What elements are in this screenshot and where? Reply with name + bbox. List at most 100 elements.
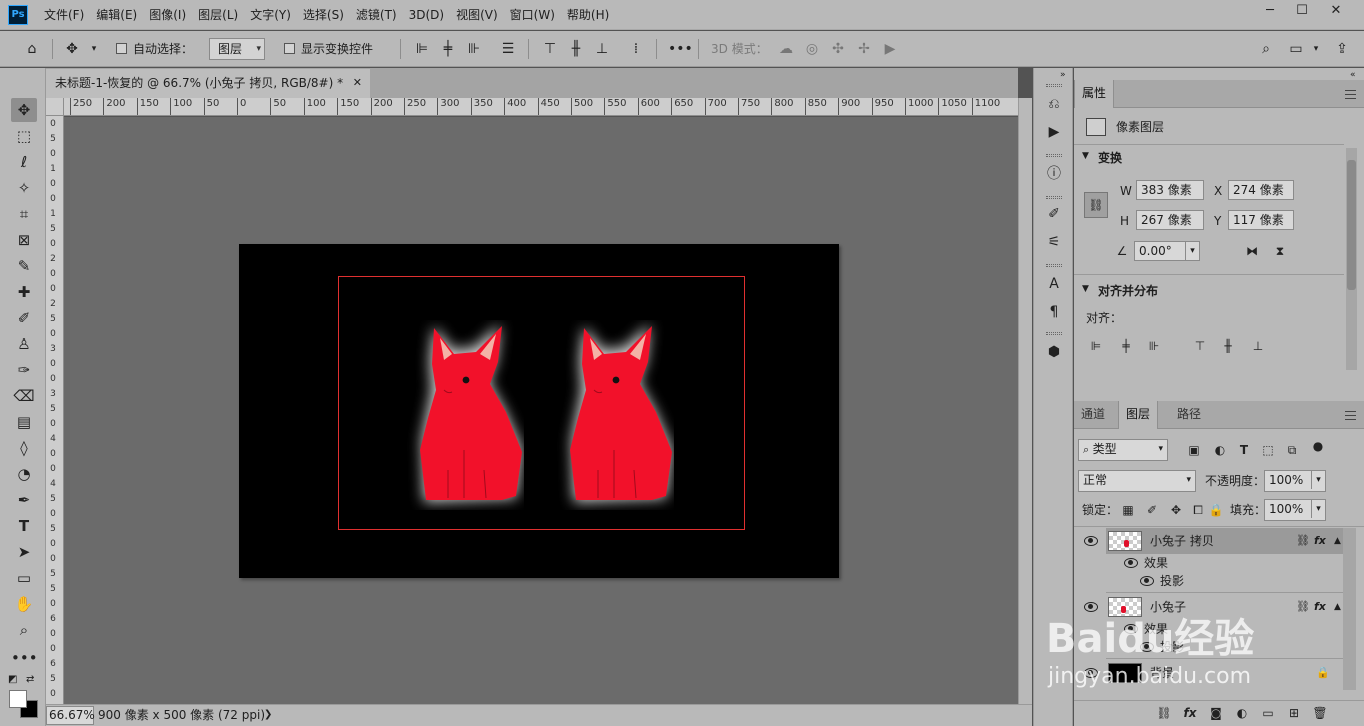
chevron-up-icon[interactable]: ▲ [1334, 594, 1341, 620]
info-panel-icon[interactable]: ⓘ [1044, 164, 1064, 184]
character-panel-icon[interactable]: A [1044, 274, 1064, 294]
chevron-down-icon[interactable]: ▼ [1082, 284, 1089, 294]
fx-icon[interactable]: fx [1314, 528, 1326, 554]
menu-view[interactable]: 视图(V) [450, 0, 504, 30]
chevron-down-icon[interactable]: ▾ [1306, 39, 1326, 59]
clone-stamp-tool-icon[interactable]: ♙ [11, 332, 37, 356]
minimize-button[interactable]: ─ [1254, 1, 1286, 21]
add-mask-icon[interactable]: ◙ [1208, 705, 1224, 721]
filter-smart-object-icon[interactable]: ⧉ [1284, 442, 1300, 458]
document-tab[interactable]: 未标题-1-恢复的 @ 66.7% (小兔子 拷贝, RGB/8#) * ✕ [46, 69, 370, 98]
tab-paths[interactable]: 路径 [1170, 401, 1208, 429]
menu-type[interactable]: 文字(Y) [244, 0, 297, 30]
visibility-eye-icon[interactable] [1084, 536, 1098, 546]
new-layer-icon[interactable]: ⊞ [1286, 705, 1302, 721]
opacity-field[interactable]: 100% ▾ [1264, 470, 1326, 492]
filter-adjustment-icon[interactable]: ◐ [1212, 442, 1228, 458]
share-icon[interactable]: ⇪ [1332, 39, 1352, 59]
lock-all-icon[interactable]: 🔒 [1208, 502, 1224, 518]
y-position-field[interactable]: 117 像素 [1228, 210, 1294, 230]
layer-row-bunny-copy[interactable]: 小兔子 拷贝 ⛓ fx ▲ [1106, 528, 1344, 554]
flip-vertical-icon[interactable]: ⧗ [1272, 243, 1288, 259]
filter-pixel-icon[interactable]: ▣ [1186, 442, 1202, 458]
dodge-tool-icon[interactable]: ◔ [11, 462, 37, 486]
drop-shadow-effect[interactable]: 投影 [1160, 572, 1184, 590]
rectangle-tool-icon[interactable]: ▭ [11, 566, 37, 590]
frame-tool-icon[interactable]: ⊠ [11, 228, 37, 252]
distribute-vertical-icon[interactable]: ⁞ [626, 39, 646, 59]
history-brush-tool-icon[interactable]: ✑ [11, 358, 37, 382]
align-vertical-centers-icon[interactable]: ╫ [1220, 338, 1236, 354]
maximize-button[interactable]: ☐ [1286, 1, 1318, 21]
chevron-up-icon[interactable]: ▲ [1334, 528, 1341, 554]
flip-horizontal-icon[interactable]: ⧓ [1244, 243, 1260, 259]
healing-brush-tool-icon[interactable]: ✚ [11, 280, 37, 304]
crop-tool-icon[interactable]: ⌗ [11, 202, 37, 226]
eraser-tool-icon[interactable]: ⌫ [11, 384, 37, 408]
lock-transparent-pixels-icon[interactable]: ▦ [1120, 502, 1136, 518]
3d-panel-icon[interactable]: ⬢ [1044, 342, 1064, 362]
hand-tool-icon[interactable]: ✋ [11, 592, 37, 616]
3d-roll-icon[interactable]: ◎ [802, 39, 822, 59]
menu-edit[interactable]: 编辑(E) [90, 0, 143, 30]
swap-colors-icon[interactable]: ⇄ [26, 674, 34, 685]
chevron-right-icon[interactable]: ❯ [264, 705, 272, 725]
tab-layers[interactable]: 图层 [1118, 401, 1159, 429]
blend-mode-dropdown[interactable]: 正常 ▾ [1078, 470, 1196, 492]
width-field[interactable]: 383 像素 [1136, 180, 1204, 200]
auto-select-target-dropdown[interactable]: 图层 ▾ [209, 38, 265, 60]
magic-wand-tool-icon[interactable]: ✧ [11, 176, 37, 200]
chevron-down-icon[interactable]: ▼ [1082, 151, 1089, 161]
eyedropper-tool-icon[interactable]: ✎ [11, 254, 37, 278]
menu-select[interactable]: 选择(S) [297, 0, 350, 30]
drop-shadow-visibility-eye-icon[interactable] [1140, 576, 1154, 586]
menu-help[interactable]: 帮助(H) [561, 0, 615, 30]
align-vertical-center-icon[interactable]: ╫ [566, 39, 586, 59]
brush-settings-icon[interactable]: ✐ [1044, 204, 1064, 224]
align-top-icon[interactable]: ⊤ [540, 39, 560, 59]
layers-scrollbar[interactable] [1343, 528, 1356, 690]
type-tool-icon[interactable]: T [11, 514, 37, 538]
3d-orbit-icon[interactable]: ☁ [776, 39, 796, 59]
adjustment-layer-icon[interactable]: ◐ [1234, 705, 1250, 721]
zoom-tool-icon[interactable]: ⌕ [11, 618, 37, 642]
tab-channels[interactable]: 通道 [1074, 401, 1112, 429]
actions-panel-icon[interactable]: ▶ [1044, 122, 1064, 142]
auto-select-checkbox[interactable]: 自动选择： [116, 31, 193, 67]
close-icon[interactable]: ✕ [353, 69, 362, 97]
path-selection-tool-icon[interactable]: ➤ [11, 540, 37, 564]
3d-scale-icon[interactable]: ▶ [880, 39, 900, 59]
x-position-field[interactable]: 274 像素 [1228, 180, 1294, 200]
lock-position-icon[interactable]: ✥ [1168, 502, 1184, 518]
align-right-icon[interactable]: ⊪ [464, 39, 484, 59]
menu-file[interactable]: 文件(F) [38, 0, 90, 30]
more-options-icon[interactable]: ••• [668, 39, 693, 59]
zoom-level-field[interactable]: 66.67% [46, 706, 95, 725]
menu-filter[interactable]: 滤镜(T) [350, 0, 403, 30]
default-colors-icon[interactable]: ◩ [8, 674, 17, 685]
vertical-ruler[interactable]: 0 5 0 1 0 0 1 5 0 2 0 0 2 5 0 3 0 0 3 5 0 4 0 0 4 5 0 5 0 0 5 5 0 6 0 0 6 5 0 [46, 116, 64, 704]
menu-window[interactable]: 窗口(W) [504, 0, 561, 30]
ruler-origin[interactable] [46, 98, 64, 116]
horizontal-ruler[interactable]: 250 200 150 100 50 0 50 100 150 200 250 300 350 400 45… [64, 98, 1018, 116]
gradient-tool-icon[interactable]: ▤ [11, 410, 37, 434]
layer-filter-dropdown[interactable]: ⌕ 类型 ▾ [1078, 439, 1168, 461]
add-layer-style-icon[interactable]: fx [1182, 705, 1198, 721]
search-icon[interactable]: ⌕ [1256, 39, 1276, 59]
paragraph-panel-icon[interactable]: ¶ [1044, 302, 1064, 322]
height-field[interactable]: 267 像素 [1136, 210, 1204, 230]
delete-layer-icon[interactable]: 🗑 [1312, 705, 1328, 721]
align-bottom-edges-icon[interactable]: ⊥ [1250, 338, 1266, 354]
properties-scroll-thumb[interactable] [1347, 160, 1356, 290]
menu-3d[interactable]: 3D(D) [403, 0, 450, 30]
workspace-icon[interactable]: ▭ [1286, 39, 1306, 59]
align-left-edges-icon[interactable]: ⊫ [1088, 338, 1104, 354]
distribute-icon[interactable]: ☰ [498, 39, 518, 59]
align-horizontal-centers-icon[interactable]: ╪ [1118, 338, 1134, 354]
home-icon[interactable]: ⌂ [22, 39, 42, 59]
lasso-tool-icon[interactable]: ℓ [11, 150, 37, 174]
adjustments-panel-icon[interactable]: ⚟ [1044, 232, 1064, 252]
history-panel-icon[interactable]: ⎌ [1044, 94, 1064, 114]
foreground-color-swatch[interactable] [9, 690, 27, 708]
brush-tool-icon[interactable]: ✐ [11, 306, 37, 330]
